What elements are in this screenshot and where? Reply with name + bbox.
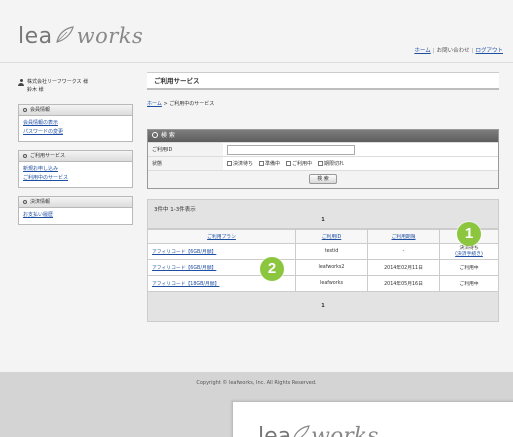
results-footer: 1 [147,292,499,322]
search-row-id: ご利用ID [148,142,498,156]
breadcrumb-current: ご利用中のサービス [169,101,215,107]
search-panel: 検 索 ご利用ID 状態 決済待ち 準備中 ご利用中 期限切れ 検 索 [147,129,499,189]
header-divider [0,62,513,63]
user-info: 株式会社リーフワークス 様 鈴木 様 [18,78,133,94]
callout-marker-1: 1 [457,222,481,246]
leaf-icon [55,25,75,50]
sidebar-item-member-info[interactable]: 会員情報の表示 [23,119,128,128]
sidebar-item-payment-history[interactable]: お支払い履歴 [23,211,128,220]
sidebar-section-title: 会員情報 [19,105,132,116]
result-count: 3件中 1-3件表示 [154,207,196,213]
site-logo-secondary: lea works [258,424,378,437]
sidebar-item-change-password[interactable]: パスワードの変更 [23,128,128,137]
status-text: ご利用中 [439,259,499,276]
status-checkbox-expired[interactable]: 期限切れ [318,160,344,167]
pager-bottom: 1 [321,303,325,309]
site-logo[interactable]: lea works [18,24,143,50]
header-links: ホーム | お問い合わせ | ログアウト [414,48,503,54]
search-icon [152,132,158,138]
table-row: アフィリコード【6GB/月額】 leafworks2 2014年02月11日 ご… [147,259,499,276]
services-table: ご利用プラン ご利用ID ご利用期限 状態 アフィリコード【6GB/月額】 te… [147,229,499,292]
table-row: アフィリコード【18GB/月額】 leafworks 2014年05月16日 ご… [147,275,499,292]
sidebar-section-services: ご利用サービス 新規お申し込み ご利用中のサービス [18,150,133,188]
pager-top: 1 [321,217,325,223]
plan-link[interactable]: アフィリコード【18GB/月額】 [152,282,219,287]
circle-icon [23,107,27,112]
logo-text-left: lea [18,24,53,49]
id-input[interactable] [227,144,355,155]
sidebar: 株式会社リーフワークス 様 鈴木 様 会員情報 会員情報の表示 パスワードの変更… [18,78,133,233]
search-row-status: 状態 決済待ち 準備中 ご利用中 期限切れ [148,156,498,170]
id-label: ご利用ID [148,143,223,156]
status-text: ご利用中 [439,275,499,292]
circle-icon [23,199,27,204]
home-link[interactable]: ホーム [414,48,430,54]
sidebar-section-member: 会員情報 会員情報の表示 パスワードの変更 [18,104,133,142]
table-row: アフィリコード【6GB/月額】 testid - 決済待ち (決済手続き) [147,243,499,260]
results-panel: 3件中 1-3件表示 1 ご利用プラン ご利用ID ご利用期限 状態 アフィリコ… [147,199,499,322]
status-checkbox-in-use[interactable]: ご利用中 [286,160,312,167]
callout-marker-2: 2 [260,257,284,281]
expiry-date: 2014年02月11日 [367,259,440,276]
column-header-expiry[interactable]: ご利用期限 [367,229,440,244]
page: lea works ホーム | お問い合わせ | ログアウト 株式会社リーフワークス 様 … [0,0,513,372]
logo-text-right: works [76,24,144,48]
expiry-date: 2014年05月16日 [367,275,440,292]
contact-link[interactable]: お問い合わせ [437,48,470,54]
logout-link[interactable]: ログアウト [475,48,503,54]
service-id: leafworks [295,275,368,292]
column-header-plan[interactable]: ご利用プラン [147,229,296,244]
plan-link[interactable]: アフィリコード【6GB/月額】 [152,250,216,255]
copyright-text: Copyright © leafworks, Inc. All Rights R… [196,380,317,386]
service-id: leafworks2 [295,259,368,276]
column-header-id[interactable]: ご利用ID [295,229,368,244]
status-checkbox-pending-payment[interactable]: 決済待ち [227,160,253,167]
breadcrumb-home-link[interactable]: ホーム [147,101,162,107]
sidebar-section-title: 決済情報 [19,197,132,208]
sidebar-section-title: ご利用サービス [19,151,132,162]
service-id: testid [295,243,368,260]
breadcrumb: ホーム > ご利用中のサービス [147,100,499,107]
search-button[interactable]: 検 索 [309,174,337,184]
circle-icon [23,153,27,158]
payment-procedure-link[interactable]: (決済手続き) [455,252,483,257]
status-checkbox-preparing[interactable]: 準備中 [259,160,280,167]
user-icon [18,79,24,86]
sidebar-section-payment: 決済情報 お支払い履歴 [18,196,133,225]
plan-link[interactable]: アフィリコード【6GB/月額】 [152,266,216,271]
expiry-date: - [367,243,440,260]
overlapping-window: lea works [232,401,513,437]
page-title: ご利用サービス [147,72,499,90]
sidebar-item-current-services[interactable]: ご利用中のサービス [23,174,128,183]
search-panel-header: 検 索 [148,130,498,142]
sidebar-item-new-application[interactable]: 新規お申し込み [23,165,128,174]
results-header: 3件中 1-3件表示 1 [147,199,499,229]
user-name: 株式会社リーフワークス 様 鈴木 様 [27,79,89,93]
footer: Copyright © leafworks, Inc. All Rights R… [0,372,513,437]
main-content: ご利用サービス ホーム > ご利用中のサービス 検 索 ご利用ID 状態 決済待… [147,72,499,322]
status-label: 状態 [148,157,223,170]
leaf-icon [291,424,311,437]
